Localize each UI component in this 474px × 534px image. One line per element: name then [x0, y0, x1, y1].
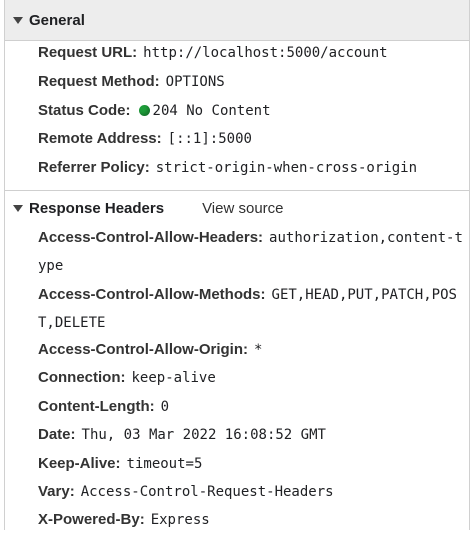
general-title: General [29, 11, 85, 29]
header-key: Connection: [38, 369, 126, 386]
header-key: Access-Control-Allow-Origin: [38, 341, 249, 358]
headers-panel: General Request URL: http://localhost:500… [4, 0, 470, 530]
header-value: authorization,content-t [269, 230, 463, 246]
header-key: Date: [38, 426, 76, 443]
header-key: Keep-Alive: [38, 455, 121, 472]
header-value: Access-Control-Request-Headers [80, 484, 334, 500]
remote-address-value: [::1]:5000 [167, 131, 252, 147]
request-url-label: Request URL: [38, 44, 138, 61]
header-key: Access-Control-Allow-Methods: [38, 286, 266, 303]
header-value: 0 [160, 399, 170, 415]
header-row: Keep-Alive: timeout=5 [38, 450, 468, 478]
referrer-policy-value: strict-origin-when-cross-origin [155, 160, 418, 176]
header-row: Date: Thu, 03 Mar 2022 16:08:52 GMT [38, 421, 468, 449]
request-url-value: http://localhost:5000/account [143, 45, 388, 61]
referrer-policy-label: Referrer Policy: [38, 159, 150, 176]
request-method-row: Request Method: OPTIONS [38, 68, 468, 96]
header-key: Access-Control-Allow-Headers: [38, 229, 264, 246]
status-dot-icon [138, 105, 150, 116]
status-code-value: 204 No Content [152, 103, 271, 119]
view-source-link[interactable]: View source [202, 200, 283, 217]
header-value: keep-alive [131, 370, 216, 386]
header-key: X-Powered-By: [38, 511, 145, 528]
general-section-header[interactable]: General [5, 0, 469, 41]
header-row: Content-Length: 0 [38, 393, 468, 421]
header-value: timeout=5 [126, 456, 203, 472]
header-row: Vary: Access-Control-Request-Headers [38, 478, 468, 506]
request-method-label: Request Method: [38, 73, 160, 90]
expand-triangle-icon[interactable] [13, 204, 23, 212]
status-code-label: Status Code: [38, 102, 131, 119]
header-row: Access-Control-Allow-Methods: GET,HEAD,PU… [38, 281, 468, 309]
response-headers-section-header[interactable]: Response Headers View source [5, 190, 469, 225]
header-value-continuation: ype [38, 258, 64, 274]
header-row: Access-Control-Allow-Headers: authorizati… [38, 224, 468, 252]
header-value: Thu, 03 Mar 2022 16:08:52 GMT [81, 427, 326, 443]
header-value: * [254, 342, 263, 358]
header-value: Express [150, 512, 210, 528]
status-code-row: Status Code: 204 No Content [38, 97, 468, 125]
header-row: Connection: keep-alive [38, 364, 468, 392]
request-method-value: OPTIONS [165, 74, 225, 90]
expand-triangle-icon[interactable] [13, 16, 23, 24]
header-key: Vary: [38, 483, 75, 500]
request-url-row: Request URL: http://localhost:5000/accoun… [38, 39, 468, 67]
header-key: Content-Length: [38, 398, 155, 415]
header-row: Access-Control-Allow-Origin: * [38, 336, 468, 364]
response-headers-title: Response Headers [29, 199, 165, 217]
remote-address-label: Remote Address: [38, 130, 162, 147]
referrer-policy-row: Referrer Policy: strict-origin-when-cross… [38, 154, 468, 182]
header-value: GET,HEAD,PUT,PATCH,POS [271, 287, 457, 303]
remote-address-row: Remote Address: [::1]:5000 [38, 125, 468, 153]
header-value-continuation: T,DELETE [38, 315, 106, 331]
